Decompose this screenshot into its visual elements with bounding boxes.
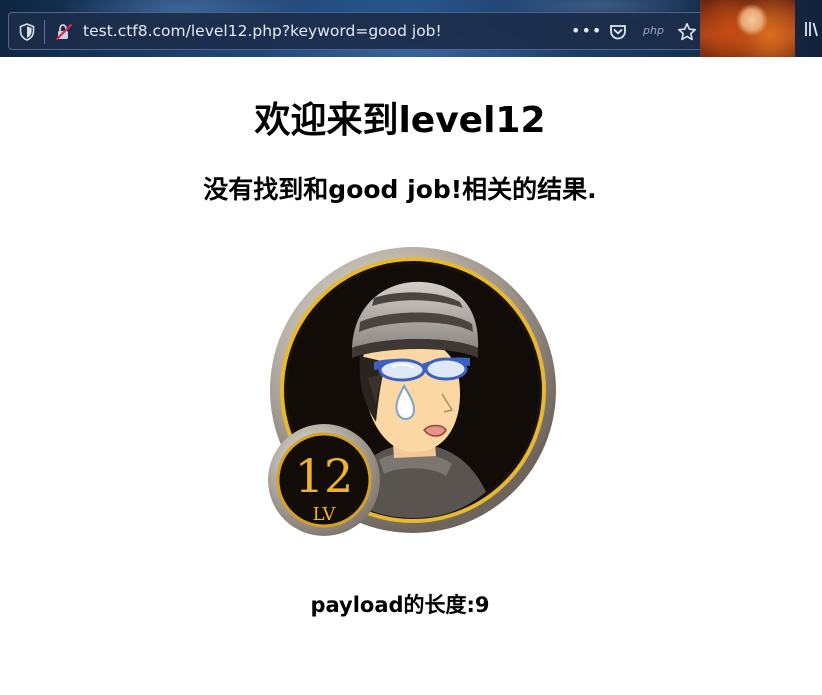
- search-result-heading: 没有找到和good job!相关的结果.: [203, 175, 597, 204]
- shield-icon[interactable]: [19, 23, 35, 41]
- payload-length-text: payload的长度:9: [310, 593, 490, 617]
- php-extension-badge[interactable]: php: [643, 24, 664, 37]
- library-icon[interactable]: [804, 20, 822, 38]
- page-title: 欢迎来到level12: [254, 100, 546, 141]
- url-divider: [44, 20, 45, 44]
- star-icon[interactable]: [677, 22, 697, 42]
- pocket-icon[interactable]: [609, 23, 627, 41]
- badge-level-label: LV: [313, 504, 337, 525]
- insecure-connection-icon[interactable]: [55, 23, 73, 41]
- url-text[interactable]: test.ctf8.com/level12.php?keyword=good j…: [83, 22, 442, 40]
- more-icon[interactable]: •••: [571, 21, 602, 40]
- theme-character-art: [700, 0, 795, 57]
- level-badge-image: 12 LV: [264, 244, 560, 544]
- badge-level-number: 12: [295, 449, 354, 503]
- browser-toolbar: test.ctf8.com/level12.php?keyword=good j…: [0, 0, 822, 57]
- address-bar[interactable]: test.ctf8.com/level12.php?keyword=good j…: [8, 12, 704, 50]
- page-content: 欢迎来到level12 没有找到和good job!相关的结果. 12 LV p…: [0, 57, 822, 695]
